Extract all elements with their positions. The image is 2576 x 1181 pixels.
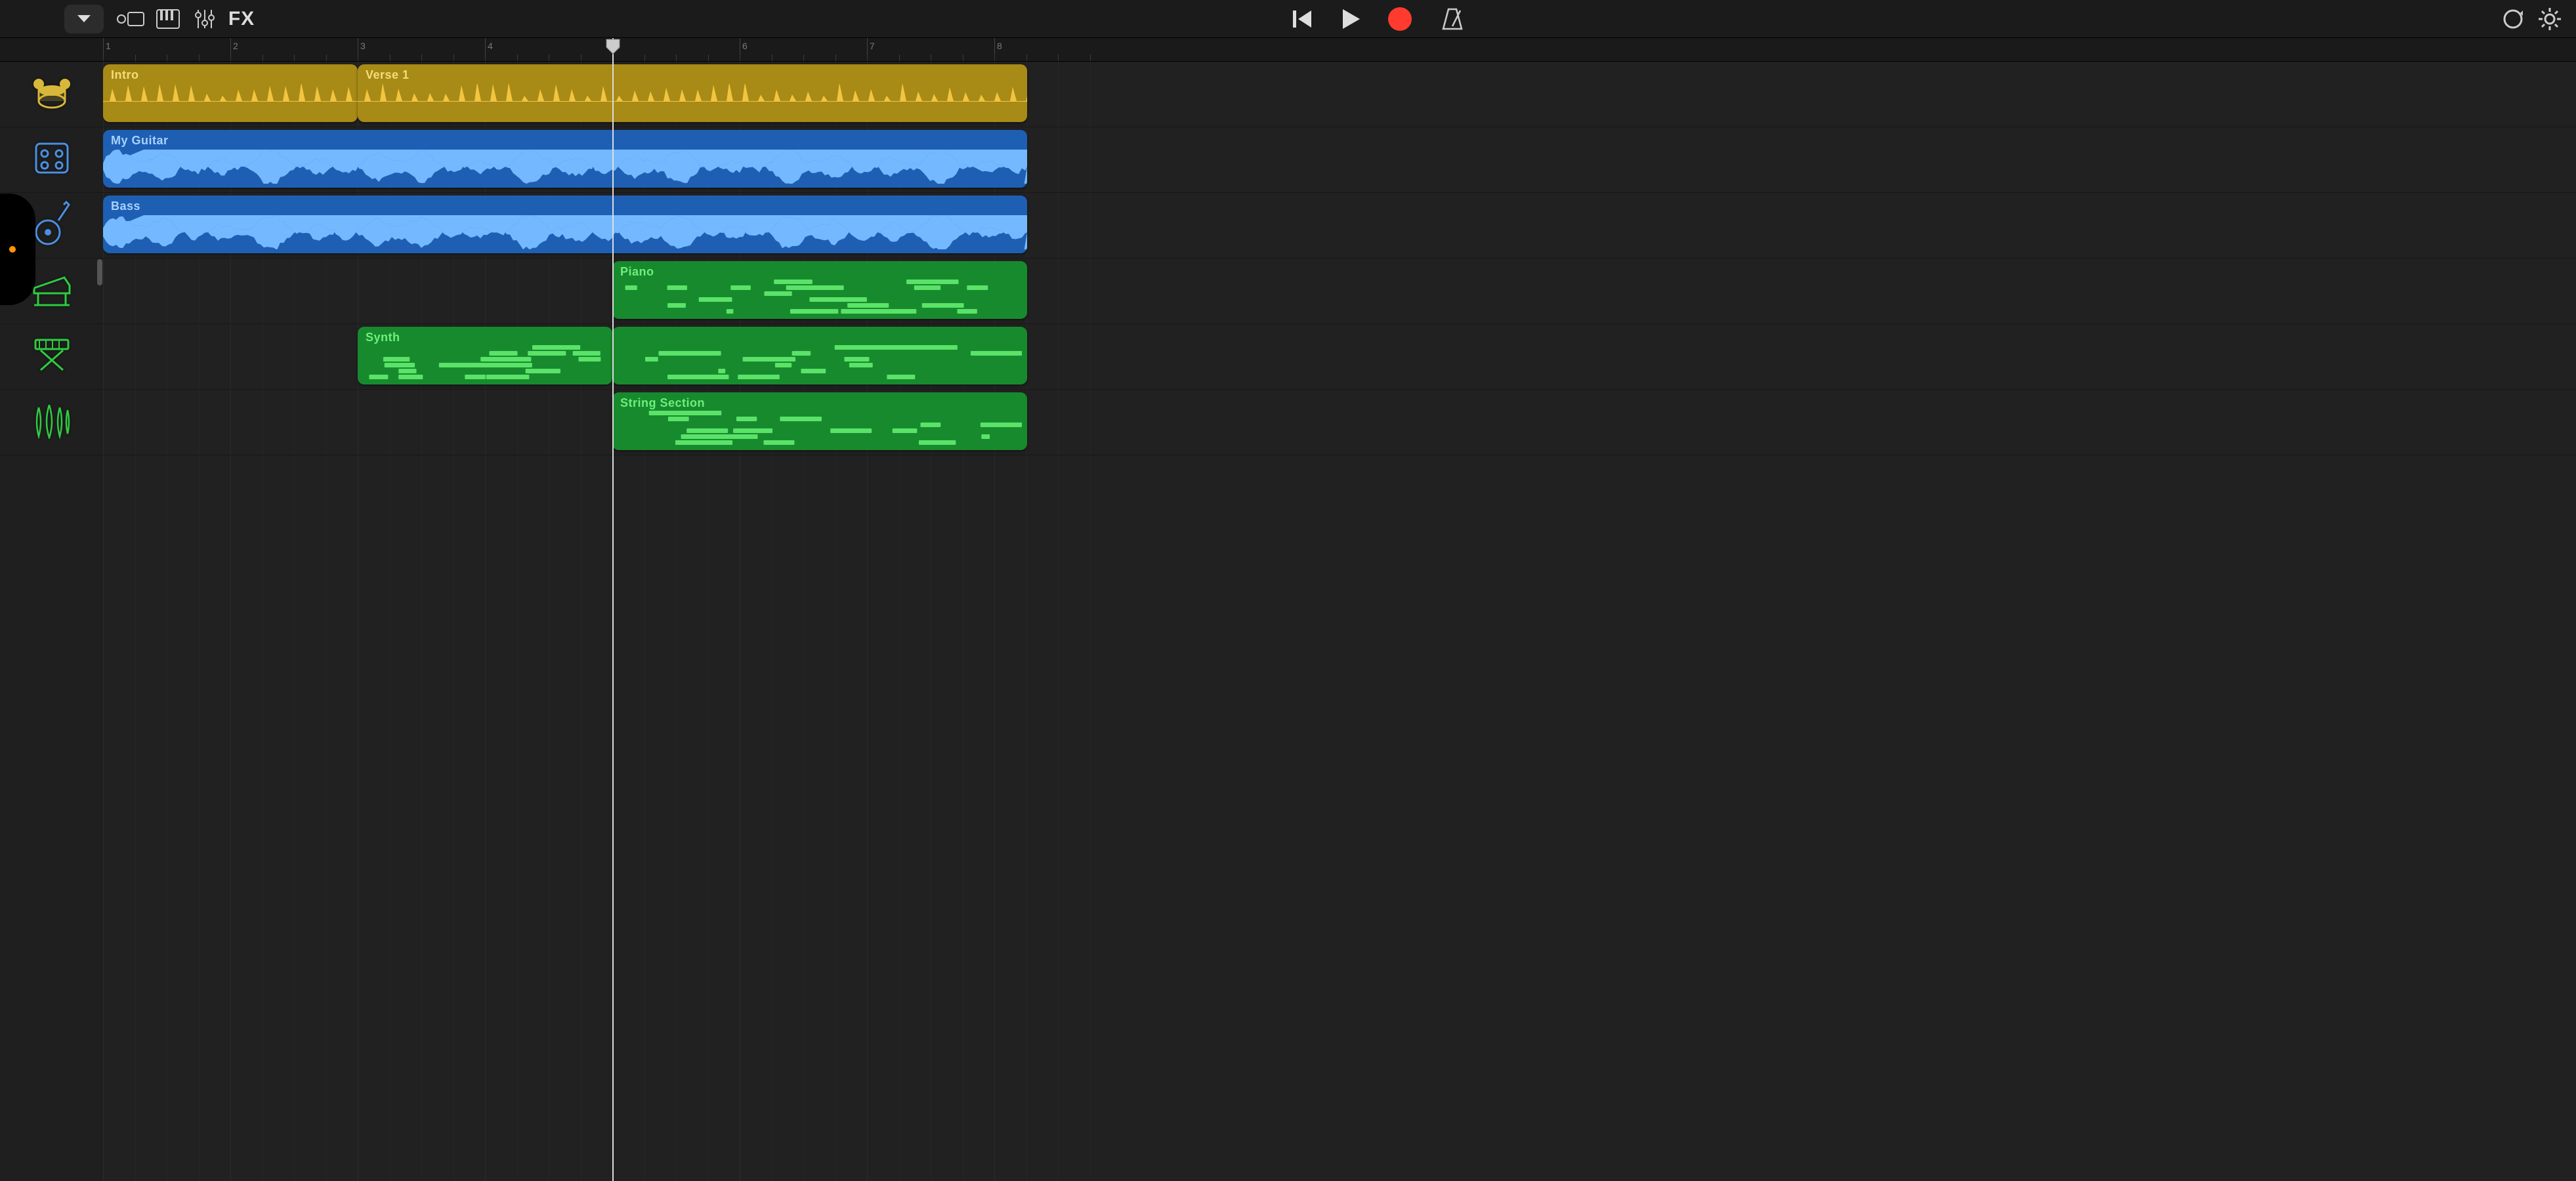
bar-marker: 3 xyxy=(358,38,485,61)
track-lane-bass[interactable]: Bass xyxy=(103,193,2576,259)
keyboard-stand-icon xyxy=(32,337,72,376)
region[interactable]: Verse 1 xyxy=(358,64,1027,122)
region-label: Piano xyxy=(620,265,654,279)
region-label: String Section xyxy=(620,396,705,410)
string-section-icon xyxy=(32,402,72,442)
rewind-button[interactable] xyxy=(1287,3,1319,35)
track-header-guitar[interactable] xyxy=(0,127,103,193)
bass-guitar-icon xyxy=(32,201,72,250)
bar-marker: 6 xyxy=(740,38,867,61)
region[interactable]: Bass xyxy=(103,196,1027,253)
recording-indicator-dot xyxy=(9,246,16,253)
bar-marker: 8 xyxy=(994,38,1122,61)
view-toggle-button[interactable] xyxy=(116,3,147,35)
mixer-button[interactable] xyxy=(189,3,221,35)
tracks-area: Intro Verse 1 My Guitar Bass Piano Synth Str… xyxy=(0,62,2576,1181)
piano-keys-icon xyxy=(156,9,180,29)
record-icon xyxy=(1387,7,1412,31)
region[interactable]: String Section xyxy=(612,392,1027,450)
region[interactable]: Intro xyxy=(103,64,358,122)
loop-icon xyxy=(2502,8,2524,30)
view-toggle-icon xyxy=(116,10,146,28)
region-label: Verse 1 xyxy=(366,68,410,82)
toolbar: FX xyxy=(0,0,2576,38)
region-label: Intro xyxy=(111,68,139,82)
bar-marker: 4 xyxy=(485,38,612,61)
playhead-handle-icon[interactable] xyxy=(605,38,621,55)
menu-button[interactable] xyxy=(64,5,104,33)
region-label: My Guitar xyxy=(111,134,169,148)
chevron-down-icon xyxy=(77,14,91,24)
track-lane-guitar[interactable]: My Guitar xyxy=(103,127,2576,193)
bar-marker: 1 xyxy=(103,38,230,61)
track-header-drums[interactable] xyxy=(0,62,103,127)
loop-button[interactable] xyxy=(2497,3,2529,35)
region[interactable]: Piano xyxy=(612,261,1027,319)
metronome-button[interactable] xyxy=(1437,3,1468,35)
record-button[interactable] xyxy=(1384,3,1416,35)
region[interactable] xyxy=(612,327,1027,384)
bar-marker: 7 xyxy=(867,38,994,61)
mixer-icon xyxy=(194,9,216,30)
ruler[interactable]: 1 2 3 4 5 6 7 8 xyxy=(0,38,2576,62)
fx-button[interactable]: FX xyxy=(226,3,257,35)
region[interactable]: Synth xyxy=(358,327,612,384)
track-lane-piano[interactable]: Piano xyxy=(103,259,2576,324)
gear-icon xyxy=(2538,7,2562,31)
region[interactable]: My Guitar xyxy=(103,130,1027,188)
region-label: Bass xyxy=(111,199,140,213)
settings-button[interactable] xyxy=(2534,3,2565,35)
piano-roll-button[interactable] xyxy=(152,3,184,35)
piano-icon xyxy=(32,272,72,310)
track-lanes[interactable]: Intro Verse 1 My Guitar Bass Piano Synth Str… xyxy=(103,62,2576,1181)
fx-label: FX xyxy=(228,8,255,30)
track-lane-drums[interactable]: Intro Verse 1 xyxy=(103,62,2576,127)
ruler-lane[interactable]: 1 2 3 4 5 6 7 8 xyxy=(103,38,2576,61)
track-lane-synth[interactable]: Synth xyxy=(103,324,2576,390)
track-header-strings[interactable] xyxy=(0,390,103,455)
play-icon xyxy=(1341,8,1361,30)
rewind-icon xyxy=(1292,9,1314,29)
play-button[interactable] xyxy=(1336,3,1367,35)
track-lane-strings[interactable]: String Section xyxy=(103,390,2576,455)
region-label: Synth xyxy=(366,331,400,344)
bar-marker: 5 xyxy=(612,38,740,61)
dynamic-island xyxy=(0,194,35,305)
drums-icon xyxy=(31,75,73,114)
metronome-icon xyxy=(1441,8,1464,30)
amp-icon xyxy=(34,142,70,178)
playhead[interactable] xyxy=(612,38,614,1181)
ruler-gutter xyxy=(0,38,103,61)
automation-handle[interactable] xyxy=(97,259,102,285)
bar-marker: 2 xyxy=(230,38,358,61)
track-header-synth[interactable] xyxy=(0,324,103,390)
